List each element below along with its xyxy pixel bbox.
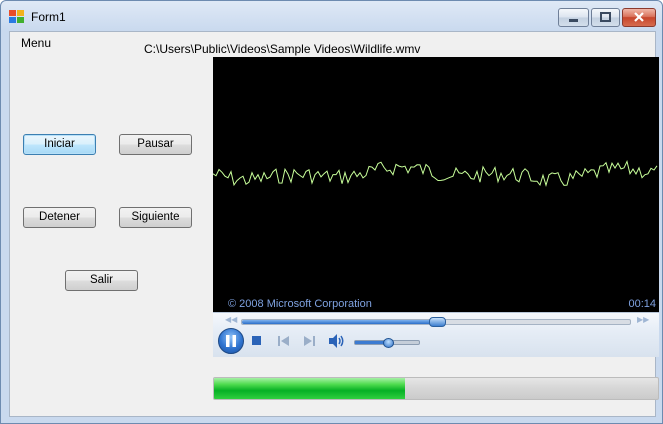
form-client-area: Menu C:\Users\Public\Videos\Sample Video… xyxy=(9,31,659,417)
close-button[interactable] xyxy=(622,8,656,27)
next-button[interactable]: Siguiente xyxy=(119,207,192,228)
pause-button[interactable]: Pausar xyxy=(119,134,192,155)
title-bar[interactable]: Form1 xyxy=(1,1,662,31)
menu-item-menu[interactable]: Menu xyxy=(17,35,55,51)
minimize-icon xyxy=(569,19,578,22)
rewind-icon[interactable]: ◀◀ xyxy=(225,315,237,324)
play-pause-button[interactable] xyxy=(218,328,244,354)
audio-visualization xyxy=(213,160,658,187)
time-display: 00:14 xyxy=(628,298,656,310)
progress-bar-fill xyxy=(214,378,405,399)
start-button[interactable]: Iniciar xyxy=(23,134,96,155)
previous-icon[interactable] xyxy=(277,335,291,347)
minimize-button[interactable] xyxy=(558,8,589,27)
windows-forms-icon xyxy=(9,10,24,23)
exit-button[interactable]: Salir xyxy=(65,270,138,291)
app-window: Form1 Menu C:\Users\Public\Videos\Sample… xyxy=(0,0,663,424)
stop-button[interactable]: Detener xyxy=(23,207,96,228)
volume-icon[interactable] xyxy=(328,333,346,349)
waveform-line xyxy=(213,160,658,187)
volume-slider[interactable] xyxy=(354,338,420,348)
player-controls: ◀◀ ▶▶ xyxy=(213,312,659,357)
volume-thumb[interactable] xyxy=(383,338,394,348)
maximize-icon xyxy=(600,12,611,22)
file-path-label: C:\Users\Public\Videos\Sample Videos\Wil… xyxy=(144,42,421,56)
progress-bar xyxy=(213,377,659,400)
seek-bar-fill xyxy=(242,320,436,324)
maximize-button[interactable] xyxy=(591,8,620,27)
media-player[interactable]: © 2008 Microsoft Corporation 00:14 ◀◀ ▶▶ xyxy=(213,57,659,357)
pause-icon xyxy=(226,335,236,347)
seek-bar[interactable] xyxy=(241,317,631,327)
window-title: Form1 xyxy=(31,10,66,24)
next-icon[interactable] xyxy=(302,335,316,347)
copyright-text: © 2008 Microsoft Corporation xyxy=(228,298,372,310)
close-icon xyxy=(634,12,644,22)
fast-forward-icon[interactable]: ▶▶ xyxy=(637,315,649,324)
seek-thumb[interactable] xyxy=(429,317,446,327)
stop-icon[interactable] xyxy=(251,335,263,347)
